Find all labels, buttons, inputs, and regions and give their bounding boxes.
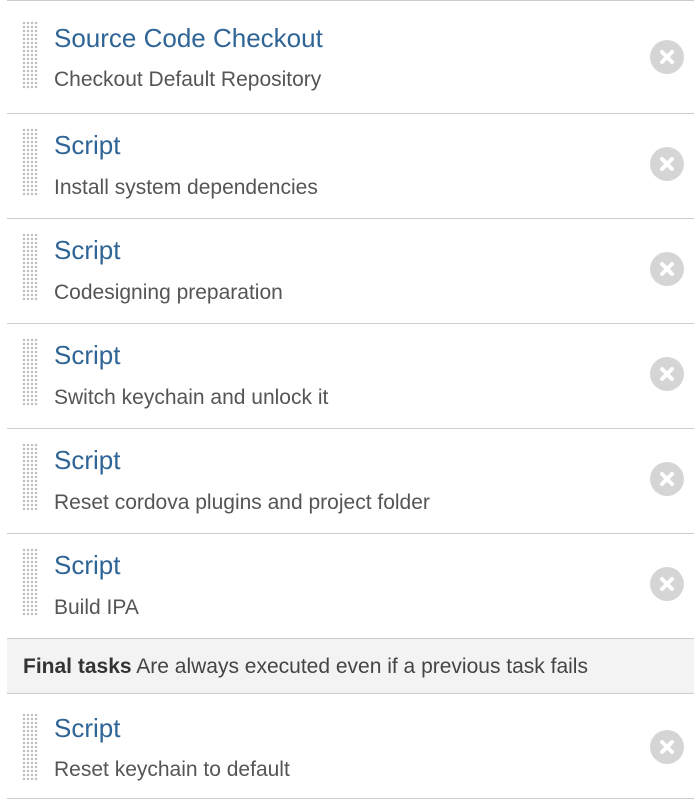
task-description: Reset cordova plugins and project folder: [54, 491, 430, 514]
remove-task-button[interactable]: [650, 252, 684, 286]
final-tasks-title: Final tasks: [23, 655, 132, 678]
remove-task-button[interactable]: [650, 730, 684, 764]
close-icon: [660, 577, 674, 591]
task-item[interactable]: Source Code Checkout Checkout Default Re…: [7, 0, 694, 113]
close-icon: [660, 472, 674, 486]
drag-handle-icon[interactable]: [22, 548, 38, 616]
drag-handle-icon[interactable]: [22, 233, 38, 301]
list-divider: [7, 798, 694, 799]
close-icon: [660, 157, 674, 171]
remove-task-button[interactable]: [650, 40, 684, 74]
close-icon: [660, 262, 674, 276]
task-title[interactable]: Script: [54, 235, 120, 265]
remove-task-button[interactable]: [650, 567, 684, 601]
task-description: Codesigning preparation: [54, 281, 283, 304]
task-item[interactable]: Script Build IPA: [7, 533, 694, 638]
task-description: Reset keychain to default: [54, 758, 290, 781]
close-icon: [660, 740, 674, 754]
task-description: Switch keychain and unlock it: [54, 386, 329, 409]
drag-handle-icon[interactable]: [22, 443, 38, 511]
task-title[interactable]: Script: [54, 130, 120, 160]
drag-handle-icon[interactable]: [22, 713, 38, 781]
task-title[interactable]: Script: [54, 445, 120, 475]
close-icon: [660, 50, 674, 64]
task-title[interactable]: Source Code Checkout: [54, 23, 323, 53]
final-tasks-header: Final tasks Are always executed even if …: [7, 638, 694, 694]
task-title[interactable]: Script: [54, 550, 120, 580]
close-icon: [660, 367, 674, 381]
final-tasks-header-text: Final tasks Are always executed even if …: [23, 655, 588, 679]
task-title[interactable]: Script: [54, 340, 120, 370]
task-list: Source Code Checkout Checkout Default Re…: [7, 0, 694, 799]
final-task-item[interactable]: Script Reset keychain to default: [7, 694, 694, 798]
drag-handle-icon[interactable]: [22, 338, 38, 406]
remove-task-button[interactable]: [650, 147, 684, 181]
task-title[interactable]: Script: [54, 713, 120, 743]
task-item[interactable]: Script Install system dependencies: [7, 113, 694, 218]
remove-task-button[interactable]: [650, 462, 684, 496]
task-description: Install system dependencies: [54, 176, 318, 199]
task-item[interactable]: Script Codesigning preparation: [7, 218, 694, 323]
task-item[interactable]: Script Reset cordova plugins and project…: [7, 428, 694, 533]
drag-handle-icon[interactable]: [22, 128, 38, 196]
task-item[interactable]: Script Switch keychain and unlock it: [7, 323, 694, 428]
drag-handle-icon[interactable]: [22, 21, 38, 89]
task-description: Build IPA: [54, 596, 139, 619]
final-tasks-note: Are always executed even if a previous t…: [136, 655, 588, 678]
remove-task-button[interactable]: [650, 357, 684, 391]
task-description: Checkout Default Repository: [54, 68, 322, 91]
